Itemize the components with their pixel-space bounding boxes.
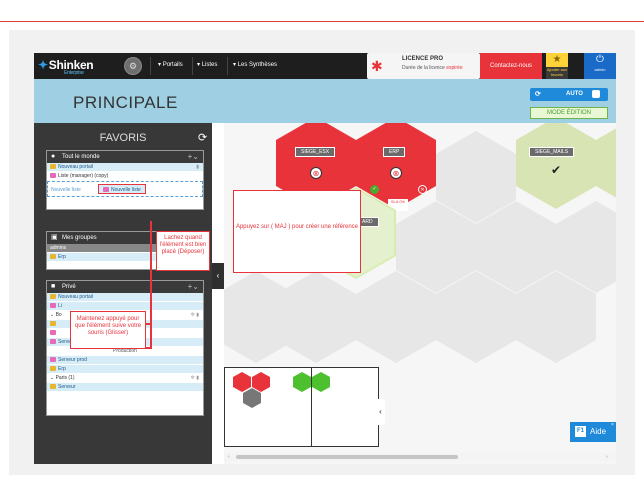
empty-hex: [276, 271, 356, 363]
nav-divider: [192, 57, 193, 75]
annotation-maj: Appuyez sur ( MAJ ) pour créer une référ…: [233, 190, 361, 273]
dragged-item[interactable]: Nouvelle liste: [98, 184, 146, 194]
nav-listes[interactable]: ▾ Listes: [197, 61, 217, 68]
ribbon-icon: ✱: [371, 58, 383, 74]
minimap-hex: [312, 372, 330, 392]
sidebar-title: FAVORIS: [99, 132, 147, 144]
user-name: admin: [594, 67, 606, 72]
add-chevron-icon[interactable]: +⌄: [188, 151, 199, 163]
panel-header-everyone[interactable]: ● Tout le monde +⌄: [47, 151, 203, 163]
collapse-sidebar-button[interactable]: ‹: [212, 263, 224, 289]
brand-subtitle: Enterprise: [64, 70, 84, 76]
minimap[interactable]: [224, 367, 379, 447]
hex-label: SIEGE_MAILS: [529, 147, 575, 157]
hex-partial[interactable]: [596, 123, 616, 209]
hex-label: ERP: [383, 147, 406, 157]
minimap-hex: [293, 372, 311, 392]
minimap-hex: [252, 372, 270, 392]
settings-gear-icon[interactable]: ⚙: [124, 57, 142, 75]
app-window: ✦Shinken Enterprise ⚙ ▾ Portails ▾ Liste…: [34, 53, 616, 464]
close-icon[interactable]: ×: [611, 422, 614, 428]
favorite-label: Ajouter aux favoris: [546, 67, 568, 77]
power-icon: ⏻: [596, 54, 604, 65]
nav-syntheses[interactable]: ▾ Les Synthèses: [233, 61, 277, 68]
annotation-hold: Maintenez appuyé pour que l'élément suiv…: [70, 311, 146, 349]
user-logout-button[interactable]: ⏻ admin: [584, 53, 616, 79]
horizontal-scrollbar[interactable]: ‹ ›: [224, 453, 616, 461]
folder-item[interactable]: ⌄ Paris (1) ✲ ▮: [47, 374, 203, 383]
licence-banner[interactable]: ✱ LICENCE PRO Durée de la licence expiré…: [367, 53, 480, 79]
drag-arrow-line: [146, 347, 152, 349]
list-item[interactable]: Nouveau portail: [47, 293, 203, 302]
add-favorite-button[interactable]: ★ Ajouter aux favoris: [546, 53, 568, 79]
hex-canvas: SIEGE_ESX ⊗ ERP ⊗ ✓ ✕ SLA 0% ARD ✓ SIEGE…: [224, 123, 616, 464]
critical-icon: ⊗: [310, 167, 322, 179]
help-label: Aide: [590, 427, 607, 436]
toggle-knob: [592, 90, 600, 98]
nav-portails[interactable]: ▾ Portails: [158, 61, 183, 68]
critical-icon: ⊗: [390, 167, 402, 179]
top-red-rule: [0, 0, 644, 22]
minimap-toggle[interactable]: ‹: [376, 399, 385, 425]
list-item[interactable]: Nouveau portail ▮: [47, 163, 203, 172]
favorites-sidebar: FAVORIS ⟳ ● Tout le monde +⌄ Nouveau por…: [34, 123, 212, 464]
minimap-hex: [243, 388, 261, 408]
title-bar: PRINCIPALE ⟳ AUTO MODE ÉDITION: [34, 79, 616, 123]
minimap-divider: [311, 368, 312, 446]
critical-icon: ✕: [418, 185, 427, 194]
trash-icon: ▮: [196, 164, 199, 170]
top-header: ✦Shinken Enterprise ⚙ ▾ Portails ▾ Liste…: [34, 53, 616, 79]
panel-everyone: ● Tout le monde +⌄ Nouveau portail ▮ List…: [46, 150, 204, 210]
refresh-icon: ⟳: [535, 91, 541, 98]
ok-icon: ✓: [370, 185, 379, 194]
licence-text: Durée de la licence expirée: [402, 65, 463, 71]
list-item[interactable]: Li: [47, 302, 203, 311]
annotation-drop: Lachez quand l'élément est bien placé (D…: [156, 231, 210, 271]
nav-divider: [227, 57, 228, 75]
scroll-right-icon: ›: [606, 454, 608, 460]
contact-button[interactable]: Contactez-nous: [480, 53, 542, 79]
list-item[interactable]: Serveur: [47, 383, 203, 392]
scroll-thumb[interactable]: [236, 455, 458, 459]
help-button[interactable]: F1 Aide ×: [570, 422, 616, 442]
list-item[interactable]: Erp: [47, 365, 203, 374]
list-item[interactable]: Serveur prod: [47, 356, 203, 365]
drag-arrow-line: [150, 221, 152, 349]
shinken-logo-icon: ✦: [38, 58, 48, 72]
licence-title: LICENCE PRO: [402, 56, 444, 62]
user-icon: ■: [51, 283, 56, 290]
star-icon: ★: [546, 53, 568, 67]
scroll-left-icon: ‹: [228, 454, 230, 460]
add-chevron-icon[interactable]: +⌄: [188, 281, 199, 293]
globe-icon: ●: [51, 153, 56, 160]
nav-divider: [150, 57, 151, 75]
f1-key: F1: [575, 426, 586, 437]
page-title: PRINCIPALE: [73, 93, 178, 112]
hex-label: SIEGE_ESX: [295, 147, 336, 157]
list-item[interactable]: Liste (manager) (copy): [47, 172, 203, 181]
panel-header-private[interactable]: ■ Privé +⌄: [47, 281, 203, 293]
refresh-icon[interactable]: ⟳: [198, 131, 207, 144]
drop-zone[interactable]: Nouvelle liste Nouvelle liste: [47, 181, 203, 197]
brand-logo[interactable]: ✦Shinken Enterprise: [38, 58, 94, 76]
minimap-hex: [233, 372, 251, 392]
auto-label: AUTO: [566, 91, 583, 97]
edit-mode-button[interactable]: MODE ÉDITION: [530, 107, 608, 119]
ok-icon: ✔: [550, 163, 562, 177]
auto-toggle[interactable]: ⟳ AUTO: [530, 88, 608, 101]
drag-arrow-line: [146, 323, 152, 325]
briefcase-icon: ▣: [51, 234, 58, 241]
